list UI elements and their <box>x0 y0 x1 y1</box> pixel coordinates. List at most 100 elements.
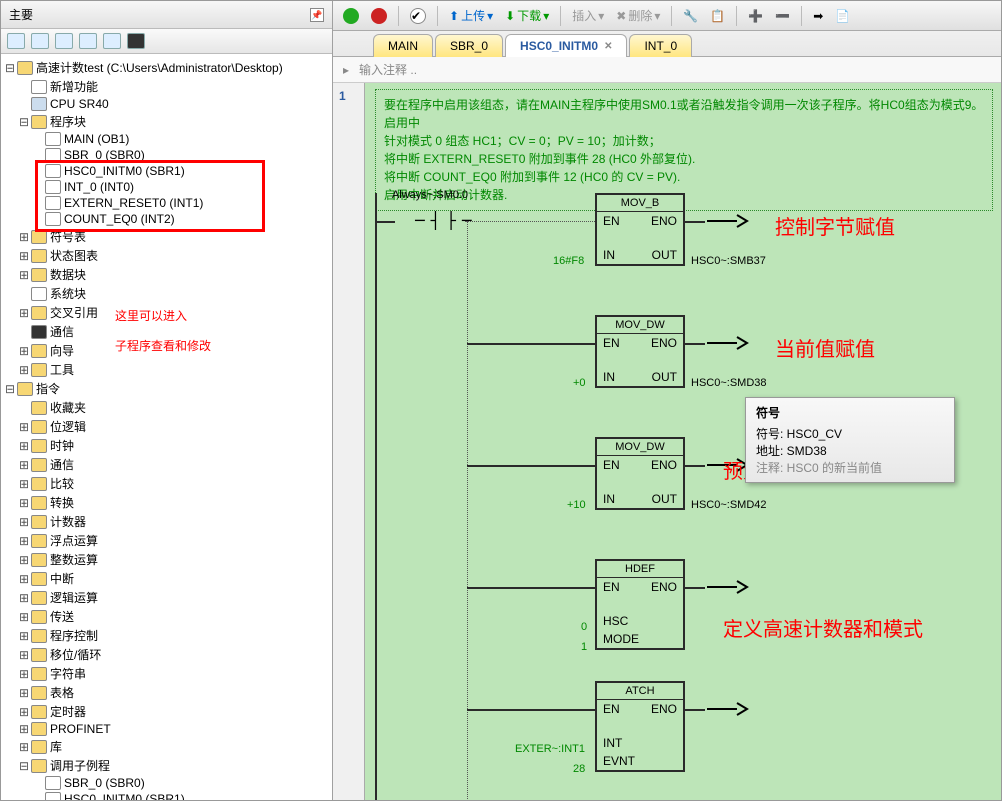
tool-icon-4[interactable] <box>79 33 97 49</box>
misc-button-6[interactable]: 📄 <box>831 7 854 25</box>
tree-string[interactable]: ⊞字符串 <box>1 664 332 683</box>
tool-icon-3[interactable] <box>55 33 73 49</box>
contact-sm00[interactable]: Always~:SM0.0 ─┤├─ <box>385 203 475 243</box>
folder-icon <box>31 667 47 681</box>
tool-icon-6[interactable] <box>127 33 145 49</box>
tree-table[interactable]: ⊞表格 <box>1 683 332 702</box>
folder-icon <box>31 230 47 244</box>
left-title-text: 主要 <box>9 6 33 23</box>
block-mov-dw-2[interactable]: MOV_DW ENENO INOUT <box>595 437 685 510</box>
page-icon <box>45 212 61 226</box>
folder-icon <box>31 534 47 548</box>
comment-bar[interactable]: ▸ 输入注释 .. <box>333 57 1001 83</box>
tree-progctrl[interactable]: ⊞程序控制 <box>1 626 332 645</box>
tree-callsub[interactable]: ⊟调用子例程 <box>1 756 332 775</box>
misc-button-2[interactable]: 📋 <box>706 7 729 25</box>
misc-button-5[interactable]: ➡ <box>809 7 827 25</box>
tree-favorites[interactable]: 收藏夹 <box>1 398 332 417</box>
ladder-network[interactable]: Always~:SM0.0 ─┤├─ MOV_B ENENO INOUT 16#… <box>375 193 993 800</box>
tree-newfeat[interactable]: 新增功能 <box>1 77 332 96</box>
expand-icon[interactable]: ▸ <box>343 63 349 77</box>
comment-line: 将中断 EXTERN_RESET0 附加到事件 28 (HC0 外部复位). <box>384 150 984 168</box>
pin-icon[interactable]: 📌 <box>310 8 324 22</box>
upload-button[interactable]: ⬆ 上传 ▾ <box>445 5 497 26</box>
block-mov-b[interactable]: MOV_B ENENO INOUT <box>595 193 685 266</box>
cpu-icon <box>31 97 47 111</box>
tree-cpu[interactable]: CPU SR40 <box>1 96 332 112</box>
tree-wizard[interactable]: ⊞向导 <box>1 341 332 360</box>
tree-int0[interactable]: INT_0 (INT0) <box>1 179 332 195</box>
folder-icon <box>31 740 47 754</box>
folder-icon <box>31 686 47 700</box>
tree-progblock[interactable]: ⊟程序块 <box>1 112 332 131</box>
folder-icon <box>31 591 47 605</box>
folder-icon <box>31 115 47 129</box>
tree-status[interactable]: ⊞状态图表 <box>1 246 332 265</box>
tool-icon-1[interactable] <box>7 33 25 49</box>
tree-bitlogic[interactable]: ⊞位逻辑 <box>1 417 332 436</box>
misc-button-1[interactable]: 🔧 <box>679 7 702 25</box>
comment-line: 将中断 COUNT_EQ0 附加到事件 12 (HC0 的 CV = PV). <box>384 168 984 186</box>
tree-counter[interactable]: ⊞计数器 <box>1 512 332 531</box>
delete-button[interactable]: ✖ 删除 ▾ <box>612 5 664 26</box>
project-tree[interactable]: ⊟高速计数test (C:\Users\Administrator\Deskto… <box>1 54 332 800</box>
tree-xref[interactable]: ⊞交叉引用 <box>1 303 332 322</box>
tree-sbr0[interactable]: SBR_0 (SBR0) <box>1 147 332 163</box>
tree-count-eq0[interactable]: COUNT_EQ0 (INT2) <box>1 211 332 227</box>
param-in: +10 <box>567 499 586 511</box>
tree-library[interactable]: ⊞库 <box>1 737 332 756</box>
tree-transfer[interactable]: ⊞传送 <box>1 607 332 626</box>
tree-callsub-hsc0[interactable]: HSC0_INITM0 (SBR1) <box>1 791 332 800</box>
tree-interrupt[interactable]: ⊞中断 <box>1 569 332 588</box>
tab-sbr0[interactable]: SBR_0 <box>435 34 503 57</box>
folder-icon <box>31 553 47 567</box>
tree-datablock[interactable]: ⊞数据块 <box>1 265 332 284</box>
tree-extern-reset[interactable]: EXTERN_RESET0 (INT1) <box>1 195 332 211</box>
tree-logic[interactable]: ⊞逻辑运算 <box>1 588 332 607</box>
folder-icon <box>31 648 47 662</box>
tree-main-ob1[interactable]: MAIN (OB1) <box>1 131 332 147</box>
tree-convert[interactable]: ⊞转换 <box>1 493 332 512</box>
tree-hsc0[interactable]: HSC0_INITM0 (SBR1) <box>1 163 332 179</box>
tree-int[interactable]: ⊞整数运算 <box>1 550 332 569</box>
tree-tools[interactable]: ⊞工具 <box>1 360 332 379</box>
tree-callsub-sbr0[interactable]: SBR_0 (SBR0) <box>1 775 332 791</box>
tree-comm2[interactable]: ⊞通信 <box>1 455 332 474</box>
tree-profinet[interactable]: ⊞PROFINET <box>1 721 332 737</box>
folder-icon <box>31 249 47 263</box>
tree-float[interactable]: ⊞浮点运算 <box>1 531 332 550</box>
param-in: +0 <box>573 377 586 389</box>
download-button[interactable]: ⬇ 下载 ▾ <box>501 5 553 26</box>
block-atch[interactable]: ATCH ENENO INT EVNT <box>595 681 685 772</box>
close-icon[interactable]: ✕ <box>604 41 612 52</box>
arrow-icon <box>707 333 747 356</box>
tab-int0[interactable]: INT_0 <box>629 34 692 57</box>
ladder-area[interactable]: 1 要在程序中启用该组态，请在MAIN主程序中使用SM0.1或者沿触发指令调用一… <box>333 83 1001 800</box>
stop-icon <box>371 8 387 24</box>
block-hdef[interactable]: HDEF ENENO HSC MODE <box>595 559 685 650</box>
tree-instructions[interactable]: ⊟指令 <box>1 379 332 398</box>
tree-shift[interactable]: ⊞移位/循环 <box>1 645 332 664</box>
run-button[interactable] <box>339 6 363 26</box>
tree-comm[interactable]: 通信 <box>1 322 332 341</box>
misc-button-4[interactable]: ➖ <box>771 7 794 25</box>
tab-hsc0[interactable]: HSC0_INITM0✕ <box>505 34 627 57</box>
tool-icon-5[interactable] <box>103 33 121 49</box>
left-panel: 主要 📌 ⊟高速计数test (C:\Users\Administrator\D… <box>1 1 333 800</box>
tree-timer[interactable]: ⊞定时器 <box>1 702 332 721</box>
tree-compare[interactable]: ⊞比较 <box>1 474 332 493</box>
param-in: 16#F8 <box>553 255 584 267</box>
tab-main[interactable]: MAIN <box>373 34 433 57</box>
tree-project[interactable]: ⊟高速计数test (C:\Users\Administrator\Deskto… <box>1 58 332 77</box>
compile-button[interactable]: ✔ <box>406 6 430 26</box>
insert-button[interactable]: 插入 ▾ <box>568 5 608 26</box>
stop-button[interactable] <box>367 6 391 26</box>
symbol-tooltip: 符号 符号: HSC0_CV 地址: SMD38 注释: HSC0 的新当前值 <box>745 397 955 483</box>
tree-clock[interactable]: ⊞时钟 <box>1 436 332 455</box>
tool-icon-2[interactable] <box>31 33 49 49</box>
tree-symtable[interactable]: ⊞符号表 <box>1 227 332 246</box>
folder-icon <box>31 572 47 586</box>
block-mov-dw-1[interactable]: MOV_DW ENENO INOUT <box>595 315 685 388</box>
misc-button-3[interactable]: ➕ <box>744 7 767 25</box>
tree-sysblock[interactable]: 系统块 <box>1 284 332 303</box>
